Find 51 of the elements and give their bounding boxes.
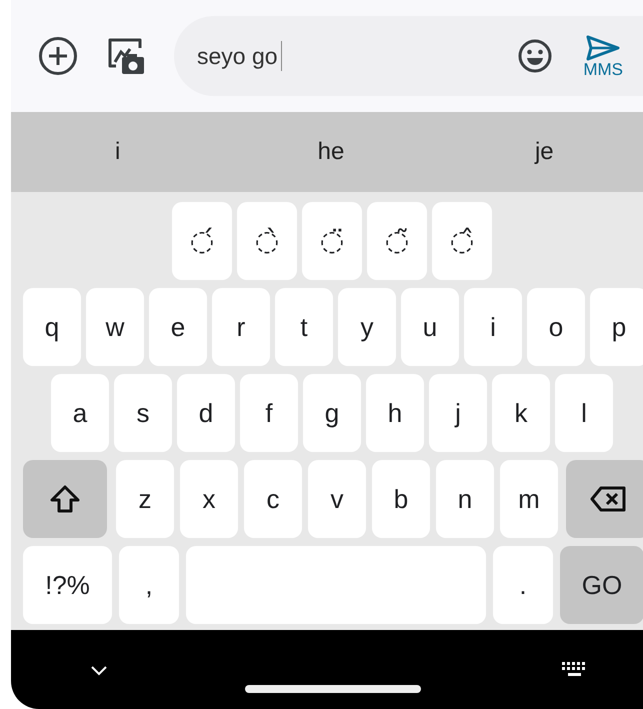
letter-key[interactable]: x [180, 460, 238, 538]
letter-key[interactable]: k [492, 374, 550, 452]
add-icon[interactable] [38, 36, 78, 76]
letter-key[interactable]: h [366, 374, 424, 452]
accent-key[interactable]: ◌̀ [237, 202, 297, 280]
letter-key[interactable]: g [303, 374, 361, 452]
home-handle[interactable] [245, 685, 421, 693]
letter-key[interactable]: b [372, 460, 430, 538]
letter-key[interactable]: f [240, 374, 298, 452]
send-button[interactable]: MMS [583, 34, 623, 78]
letter-key[interactable]: e [149, 288, 207, 366]
letter-key[interactable]: u [401, 288, 459, 366]
punctuation-key[interactable]: , [119, 546, 179, 624]
emoji-icon[interactable] [517, 38, 554, 74]
letter-key[interactable]: o [527, 288, 585, 366]
backspace-icon [590, 486, 626, 512]
go-key[interactable]: GO [560, 546, 643, 624]
accent-key[interactable]: ◌̈ [302, 202, 362, 280]
letter-key[interactable]: a [51, 374, 109, 452]
punctuation-key[interactable]: . [493, 546, 553, 624]
shift-key[interactable] [23, 460, 107, 538]
shift-icon [49, 484, 81, 514]
symbols-key[interactable]: !?% [23, 546, 112, 624]
letter-key[interactable]: d [177, 374, 235, 452]
backspace-key[interactable] [566, 460, 643, 538]
message-field[interactable]: seyo go MMS [174, 16, 643, 96]
letter-key[interactable]: y [338, 288, 396, 366]
letter-key[interactable]: m [500, 460, 558, 538]
accent-key[interactable]: ◌́ [172, 202, 232, 280]
letter-key[interactable]: j [429, 374, 487, 452]
letter-key[interactable]: t [275, 288, 333, 366]
suggestion[interactable]: je [438, 112, 643, 192]
letter-key[interactable]: r [212, 288, 270, 366]
letter-key[interactable]: l [555, 374, 613, 452]
letter-key[interactable]: z [116, 460, 174, 538]
message-text: seyo go [197, 42, 278, 71]
suggestion[interactable]: he [224, 112, 438, 192]
gallery-camera-icon[interactable] [106, 36, 146, 76]
keyboard-icon[interactable] [562, 662, 588, 678]
accent-key[interactable]: ◌̃ [367, 202, 427, 280]
accent-key[interactable]: ◌̂ [432, 202, 492, 280]
letter-key[interactable]: i [464, 288, 522, 366]
chevron-down-icon[interactable] [91, 666, 107, 676]
letter-key[interactable]: c [244, 460, 302, 538]
letter-key[interactable]: w [86, 288, 144, 366]
letter-key[interactable]: p [590, 288, 643, 366]
letter-key[interactable]: n [436, 460, 494, 538]
letter-key[interactable]: q [23, 288, 81, 366]
suggestion[interactable]: i [11, 112, 224, 192]
letter-key[interactable]: s [114, 374, 172, 452]
letter-key[interactable]: v [308, 460, 366, 538]
